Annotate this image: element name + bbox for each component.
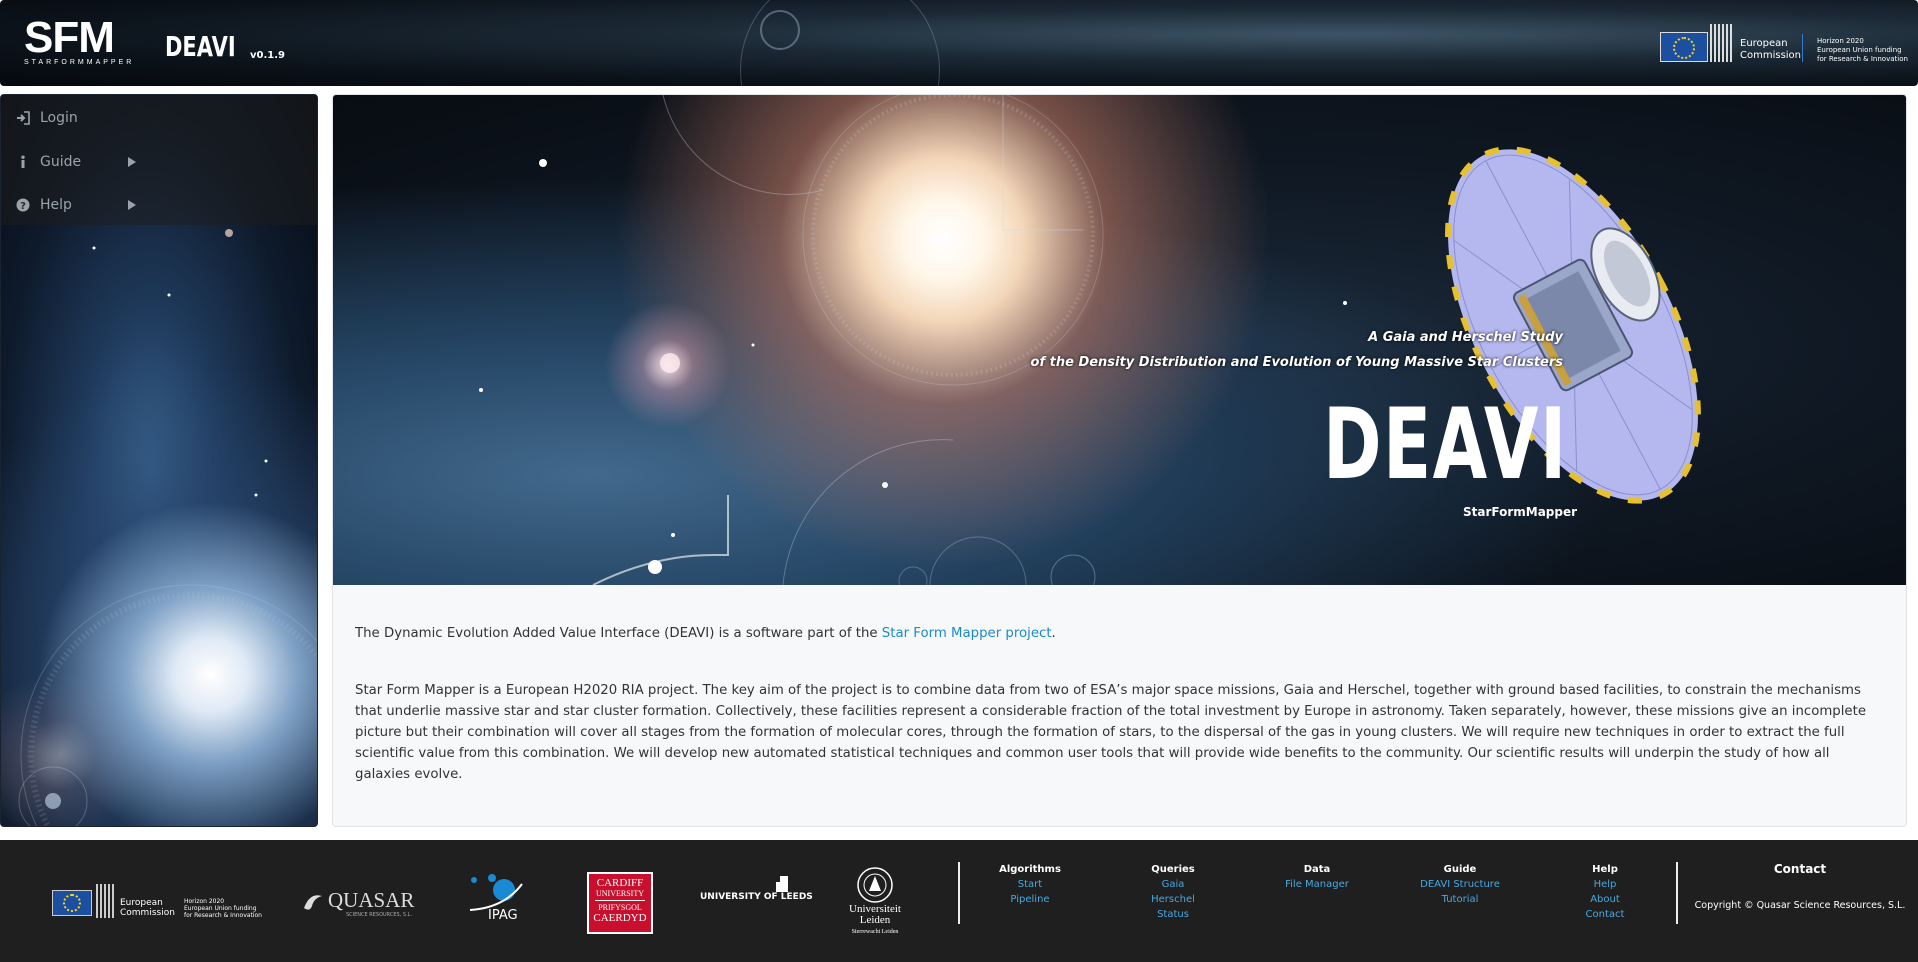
eu-flag-icon: [52, 890, 92, 916]
hero-banner: A Gaia and Herschel Study of the Density…: [333, 95, 1906, 585]
logo-letters: SFM: [24, 13, 115, 62]
footer-link-help[interactable]: Help: [1545, 877, 1665, 892]
footer-link-status[interactable]: Status: [1113, 907, 1233, 922]
eu-flag-icon: [1660, 32, 1708, 62]
ipag-planet-icon: [469, 874, 523, 911]
footer-link-pipeline[interactable]: Pipeline: [970, 892, 1090, 907]
footer-link-herschel[interactable]: Herschel: [1113, 892, 1233, 907]
footer-link-start[interactable]: Start: [970, 877, 1090, 892]
intro-content: The Dynamic Evolution Added Value Interf…: [355, 623, 1885, 821]
footer-link-about[interactable]: About: [1545, 892, 1665, 907]
sidebar: Login Guide ? Help: [0, 94, 318, 827]
leeds-tower-icon: [776, 876, 788, 892]
star-form-mapper-link[interactable]: Star Form Mapper project: [882, 626, 1052, 641]
top-banner: SFM STARFORMMAPPER DEAVI v0.1.9 European…: [0, 0, 1918, 86]
footer-col-algorithms: Algorithms Start Pipeline: [970, 862, 1090, 907]
footer-col-queries: Queries Gaia Herschel Status: [1113, 862, 1233, 922]
intro-paragraph: The Dynamic Evolution Added Value Interf…: [355, 626, 1056, 641]
ec-building-icon: [96, 884, 114, 918]
hero-caption: StarFormMapper: [1463, 505, 1578, 519]
footer-col-data: Data File Manager: [1257, 862, 1377, 892]
cardiff-logo[interactable]: CARDIFF UNIVERSITY PRIFYSGOL CAERDYD: [587, 872, 653, 934]
footer-link-contact[interactable]: Contact: [1545, 907, 1665, 922]
hero-title: DEAVI: [1323, 388, 1568, 502]
main-panel: A Gaia and Herschel Study of the Density…: [332, 94, 1907, 827]
footer-col-guide: Guide DEAVI Structure Tutorial: [1400, 862, 1520, 907]
footer-link-file-manager[interactable]: File Manager: [1257, 877, 1377, 892]
hero-subtitle-1: A Gaia and Herschel Study: [1368, 330, 1563, 345]
ec-label: European Commission: [1740, 38, 1802, 61]
version-label: v0.1.9: [250, 50, 285, 61]
brand-title[interactable]: DEAVI: [165, 30, 236, 63]
footer-link-deavi-structure[interactable]: DEAVI Structure: [1400, 877, 1520, 892]
logo-subtitle: STARFORMMAPPER: [24, 59, 135, 66]
sfm-logo[interactable]: SFM STARFORMMAPPER: [24, 13, 144, 67]
quasar-swirl-icon: [304, 895, 322, 910]
divider: [1802, 34, 1803, 62]
contact-title[interactable]: Contact: [1685, 862, 1915, 876]
divider: [958, 862, 960, 924]
ipag-logo[interactable]: IPAG: [464, 870, 530, 936]
hero-decoration: [479, 95, 1701, 585]
decorative-ring: [760, 10, 800, 50]
footer-link-gaia[interactable]: Gaia: [1113, 877, 1233, 892]
hero-subtitle-2: of the Density Distribution and Evolutio…: [1030, 355, 1563, 370]
leiden-seal-icon: [857, 867, 893, 903]
ec-horizon-logo: European Commission Horizon 2020 Europea…: [1660, 24, 1910, 66]
ec-logo[interactable]: European Commission Horizon 2020 European …: [52, 882, 262, 922]
footer: European Commission Horizon 2020 European …: [0, 840, 1918, 962]
copyright: Copyright © Quasar Science Resources, S.…: [1694, 900, 1906, 911]
divider: [1676, 862, 1678, 924]
h2020-label: Horizon 2020 European Union funding for …: [1817, 37, 1908, 63]
leeds-logo[interactable]: UNIVERSITY OF LEEDS: [700, 876, 813, 902]
footer-link-tutorial[interactable]: Tutorial: [1400, 892, 1520, 907]
ec-building-icon: [1710, 24, 1732, 62]
footer-col-help: Help Help About Contact: [1545, 862, 1665, 922]
contact-block: Contact Copyright © Quasar Science Resou…: [1685, 862, 1915, 911]
project-description: Star Form Mapper is a European H2020 RIA…: [355, 683, 1867, 782]
sidebar-decoration: [18, 229, 317, 826]
leiden-logo[interactable]: Universiteit Leiden Sterrewacht Leiden: [840, 866, 910, 935]
